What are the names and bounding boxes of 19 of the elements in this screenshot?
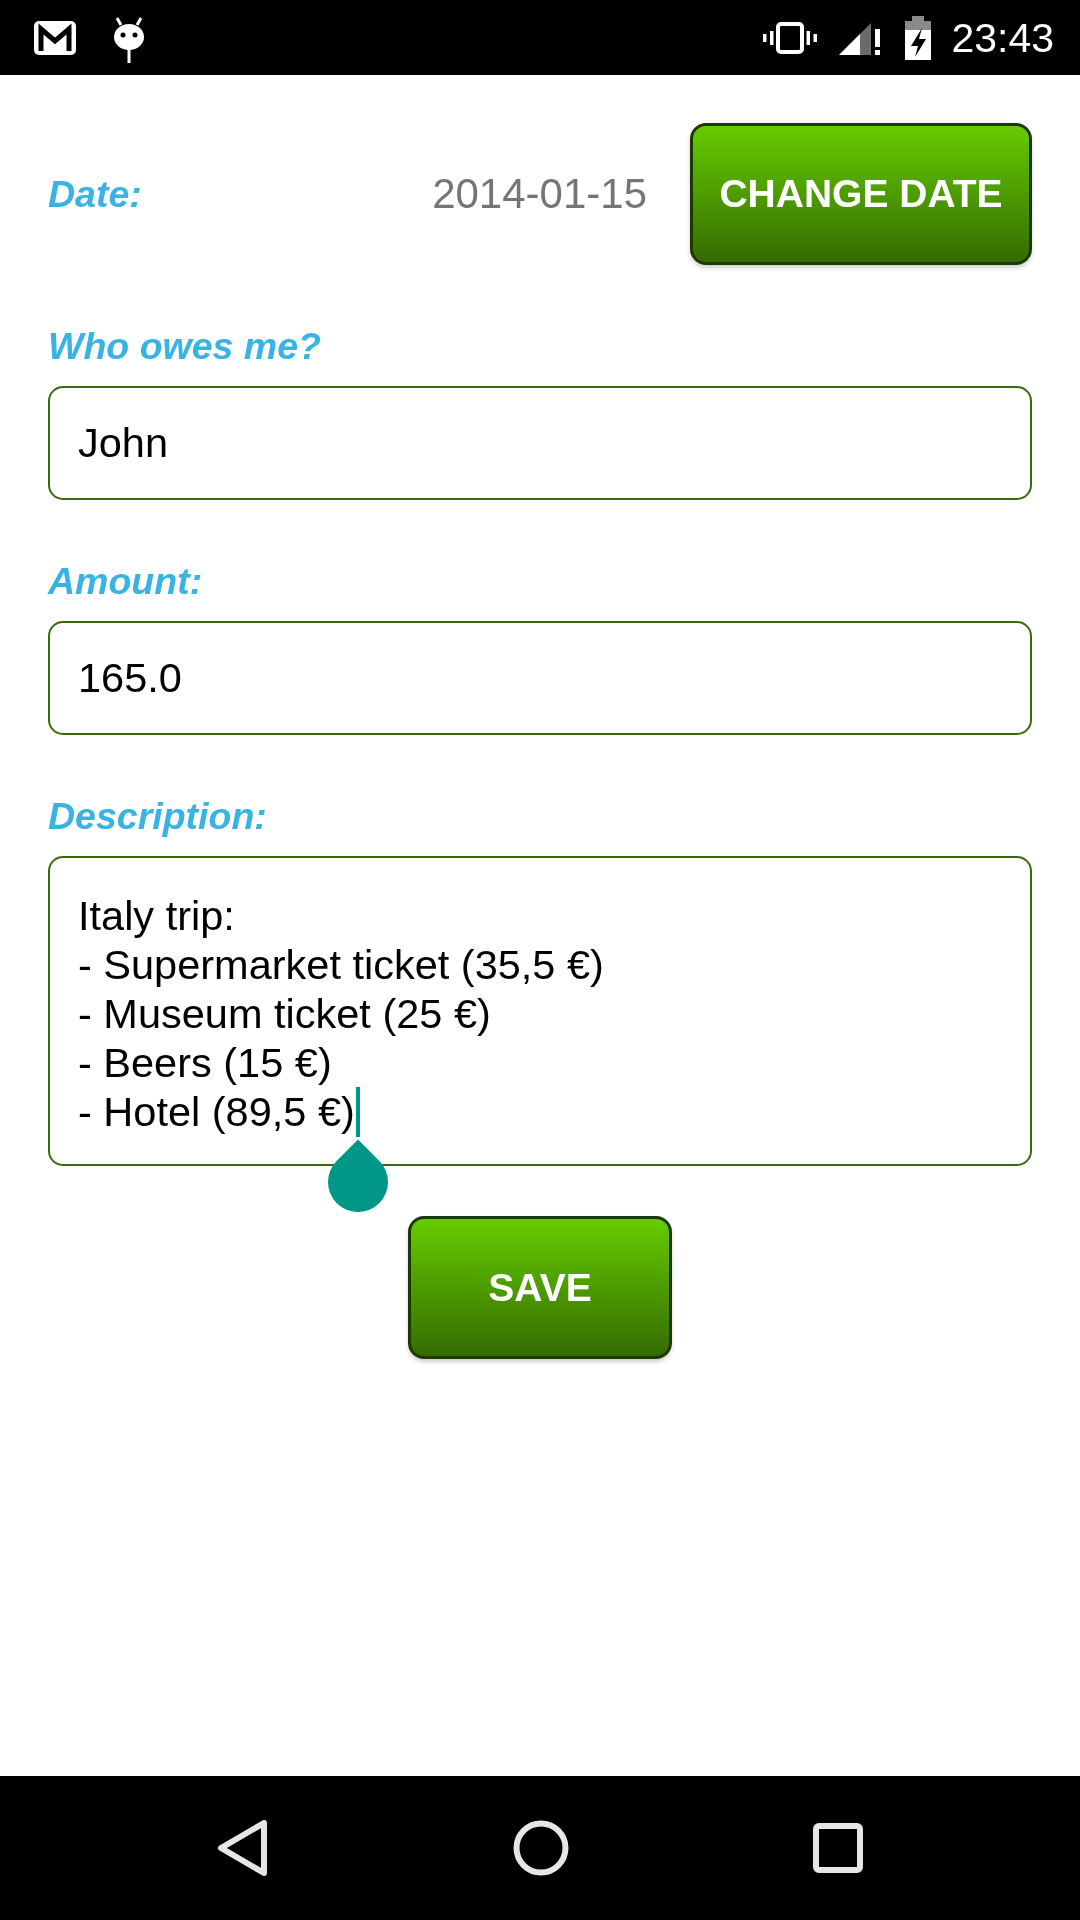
field-label: Amount: xyxy=(48,560,204,602)
text-area[interactable]: Italy trip: - Supermarket ticket (35,5 €) - Museum ticket (25 €) - Beers (15 €) - Hotel (89,5 €) xyxy=(48,856,1032,1166)
vibrate-icon xyxy=(763,21,818,54)
field-label: Description: xyxy=(48,795,268,837)
input-field[interactable]: 165.0 xyxy=(48,621,1032,735)
text-selection-handle-icon[interactable] xyxy=(327,1139,388,1212)
home-icon[interactable] xyxy=(513,1820,569,1876)
back-icon[interactable] xyxy=(217,1820,269,1876)
date-label: Date: xyxy=(48,173,142,215)
robot-icon xyxy=(111,16,147,63)
battery-charging-icon xyxy=(903,15,934,60)
save-button[interactable]: SAVE xyxy=(408,1216,672,1359)
field-label: Who owes me? xyxy=(48,325,322,367)
date-value: 2014-01-15 xyxy=(432,170,647,218)
text-cursor-icon xyxy=(355,1087,360,1137)
recent-apps-icon[interactable] xyxy=(813,1823,863,1873)
mail-icon xyxy=(34,20,76,55)
input-field[interactable]: John xyxy=(48,386,1032,500)
status-time: 23:43 xyxy=(951,13,1054,62)
